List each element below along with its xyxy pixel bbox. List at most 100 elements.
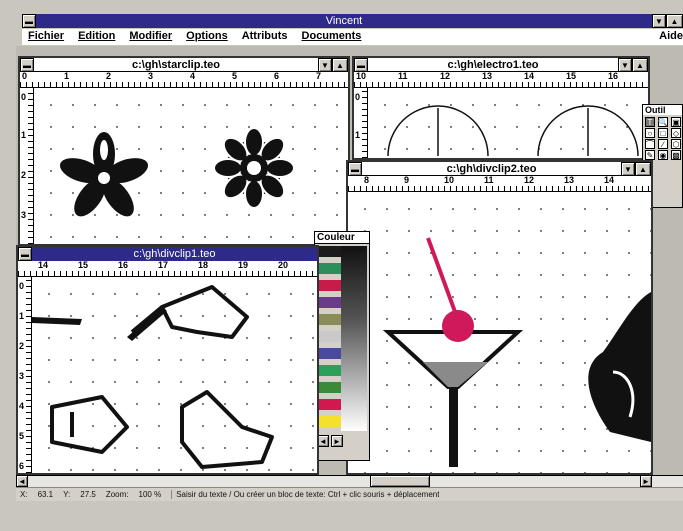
fill-tool-icon[interactable]: ◉ [658,150,668,160]
minimize-button[interactable]: ▼ [652,14,666,28]
window-electro[interactable]: ▬ c:\gh\electro1.teo ▼ ▲ 10 11 12 13 14 … [352,56,650,160]
color-swatch[interactable] [317,331,341,342]
menu-documents[interactable]: Documents [302,30,362,42]
divclip1-title: c:\gh\divclip1.teo [133,248,216,260]
palette-scroll-right-button[interactable]: ► [331,435,343,447]
ruler-label: 2 [19,341,25,351]
divclip2-canvas[interactable] [348,192,651,473]
color-swatch[interactable] [317,382,341,393]
electro-title-bar: c:\gh\electro1.teo [368,58,618,72]
divclip1-canvas[interactable] [32,277,317,473]
ruler-label: 8 [364,176,370,185]
scroll-left-button[interactable]: ◄ [16,475,28,487]
menu-fichier[interactable]: Fichier [28,30,64,42]
status-zoom-value: 100 % [138,490,162,499]
ruler-label: 4 [19,401,25,411]
ruler-label: 19 [238,261,249,270]
menu-edition[interactable]: Edition [78,30,115,42]
pen-tool-icon[interactable]: ✎ [645,150,655,160]
ruler-label: 14 [38,261,49,270]
menu-attributs[interactable]: Attributs [242,30,288,42]
divclip1-system-button[interactable]: ▬ [18,247,32,261]
color-swatch[interactable] [317,246,341,257]
ruler-label: 13 [482,72,493,81]
electro-vertical-ruler: 0 1 [354,88,368,158]
color-swatch[interactable] [317,314,341,325]
window-starclip[interactable]: ▬ c:\gh\starclip.teo ▼ ▲ 0 1 2 3 4 5 6 7… [18,56,350,246]
ruler-label: 5 [232,72,238,81]
menu-options[interactable]: Options [186,30,228,42]
color-swatch[interactable] [317,348,341,359]
text-tool-icon[interactable]: T [645,117,655,127]
divclip2-maximize-button[interactable]: ▲ [635,162,651,176]
horizontal-scrollbar[interactable] [16,475,683,487]
ruler-label: 17 [158,261,169,270]
status-x-value: 63.1 [37,490,54,499]
polygon-tool-icon[interactable]: ⬡ [671,139,681,149]
ruler-label: 6 [274,72,280,81]
starclip-title: c:\gh\starclip.teo [131,59,221,71]
status-y-value: 27.5 [80,490,96,499]
zoom-tool-icon[interactable]: 🔍 [658,117,668,127]
status-message: Saisir du texte / Ou créer un bloc de te… [171,490,439,499]
ruler-label: 18 [198,261,209,270]
arc-tool-icon[interactable]: ⌒ [645,139,655,149]
menu-modifier[interactable]: Modifier [129,30,172,42]
ruler-label: 2 [106,72,112,81]
gradient-strip[interactable] [341,246,367,431]
menu-aide[interactable]: Aide [659,30,683,42]
starclip-maximize-button[interactable]: ▲ [332,58,348,72]
divclip1-title-bar: c:\gh\divclip1.teo [32,247,317,261]
divclip2-ruler: 8 9 10 11 12 13 14 [348,176,651,192]
color-swatch[interactable] [317,399,341,410]
rectangle-tool-icon[interactable]: □ [658,128,668,138]
status-x-label: X: [20,490,28,499]
maximize-button[interactable]: ▲ [666,14,683,28]
ruler-label: 0 [21,92,27,102]
window-divclip2[interactable]: ▬ c:\gh\divclip2.teo ▼ ▲ 8 9 10 11 12 13… [346,160,653,475]
electro-minimize-button[interactable]: ▼ [618,58,632,72]
scroll-thumb[interactable] [370,475,430,487]
select-tool-icon[interactable]: ▣ [671,117,681,127]
menu-bar: Fichier Edition Modifier Options Attribu… [22,29,683,45]
ruler-label: 1 [21,130,27,140]
ruler-label: 6 [19,461,25,471]
status-y-label: Y: [63,490,71,499]
color-swatch[interactable] [317,280,341,291]
starclip-system-button[interactable]: ▬ [20,58,34,72]
ruler-label: 3 [19,371,25,381]
ruler-label: 2 [21,170,27,180]
starclip-title-bar: c:\gh\starclip.teo [34,58,318,72]
ruler-label: 4 [190,72,196,81]
ellipse-tool-icon[interactable]: ○ [645,128,655,138]
color-swatch[interactable] [317,297,341,308]
line-tool-icon[interactable]: ∕ [658,139,668,149]
system-menu-button[interactable]: ▬ [22,14,36,28]
color-swatch[interactable] [317,263,341,274]
electro-system-button[interactable]: ▬ [354,58,368,72]
ruler-label: 16 [608,72,619,81]
ruler-label: 3 [148,72,154,81]
electro-canvas[interactable] [368,88,648,158]
divclip2-minimize-button[interactable]: ▼ [621,162,635,176]
color-palette: Couleur ◄ ► [314,231,370,461]
divclip2-title-bar: c:\gh\divclip2.teo [362,162,621,176]
color-swatch[interactable] [317,416,341,427]
electro-ruler: 10 11 12 13 14 15 16 [354,72,648,88]
starclip-ruler: 0 1 2 3 4 5 6 7 [20,72,348,88]
electro-maximize-button[interactable]: ▲ [632,58,648,72]
starclip-minimize-button[interactable]: ▼ [318,58,332,72]
ruler-label: 11 [398,72,408,81]
divclip2-title: c:\gh\divclip2.teo [446,163,537,175]
app-title-bar: Vincent [36,14,652,28]
ruler-label: 11 [484,176,494,185]
divclip2-system-button[interactable]: ▬ [348,162,362,176]
window-divclip1[interactable]: ▬ c:\gh\divclip1.teo 14 15 16 17 18 19 2… [16,245,319,475]
brush-tool-icon[interactable]: ▩ [671,150,681,160]
shape-tool-icon[interactable]: ◇ [671,128,681,138]
ruler-label: 20 [278,261,289,270]
starclip-canvas[interactable] [34,88,348,244]
ruler-label: 13 [564,176,575,185]
color-swatch[interactable] [317,365,341,376]
scroll-right-button[interactable]: ► [640,475,652,487]
